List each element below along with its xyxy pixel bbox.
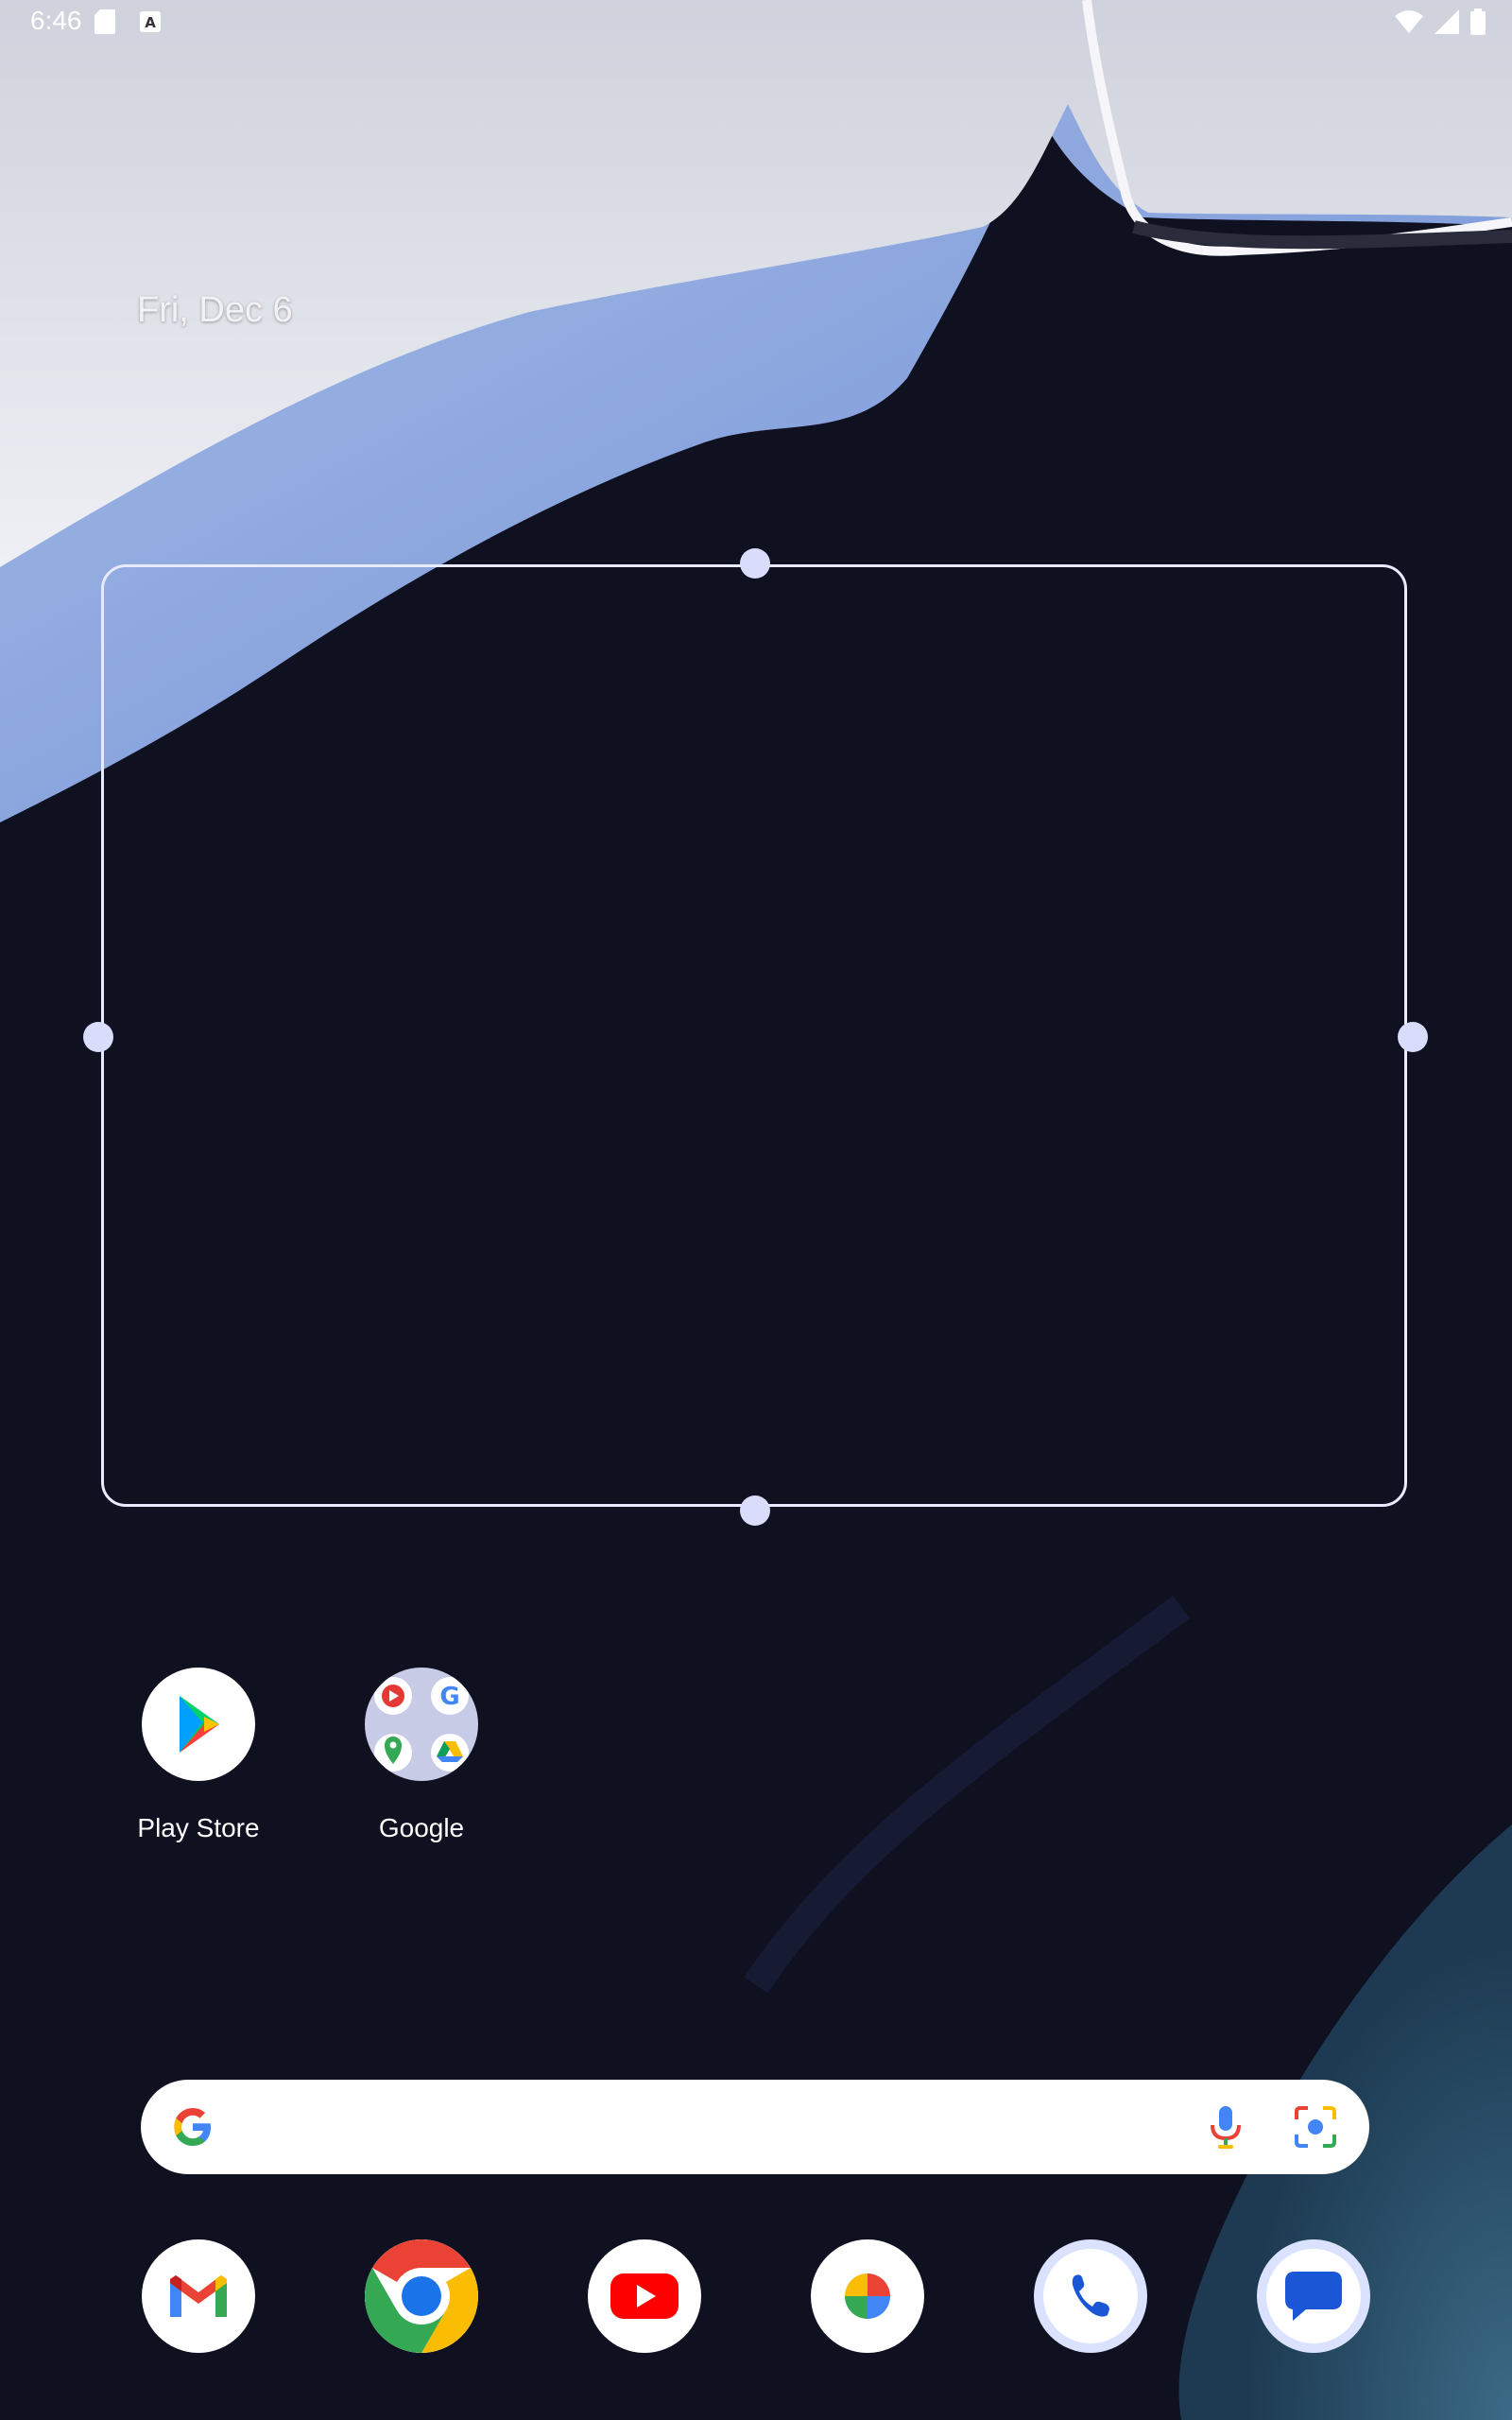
- phone-icon[interactable]: [1034, 2239, 1147, 2353]
- play-store-icon: [142, 1668, 255, 1781]
- google-lens-icon[interactable]: [1289, 2100, 1342, 2153]
- svg-text:A: A: [145, 14, 156, 31]
- app-label: Play Store: [137, 1813, 260, 1842]
- chrome-icon[interactable]: [365, 2239, 478, 2353]
- resize-handle-right[interactable]: [1398, 1022, 1428, 1052]
- widget-resize-frame[interactable]: [101, 564, 1407, 1507]
- status-time: 6:46: [30, 6, 82, 35]
- app-label: Google: [378, 1813, 465, 1842]
- photos-icon[interactable]: [811, 2239, 924, 2353]
- resize-handle-top[interactable]: [740, 548, 770, 579]
- app-play-store[interactable]: Play Store: [94, 1668, 302, 1843]
- google-folder-icon: G: [365, 1668, 478, 1781]
- status-bar: 6:46 A: [0, 0, 1512, 45]
- youtube-icon[interactable]: [588, 2239, 701, 2353]
- wifi-icon: [1395, 10, 1423, 33]
- google-g-icon: [174, 2108, 211, 2146]
- app-folder-google[interactable]: G Google: [318, 1668, 525, 1843]
- google-search-bar[interactable]: [141, 2080, 1369, 2174]
- resize-handle-left[interactable]: [83, 1022, 113, 1052]
- resize-handle-bottom[interactable]: [740, 1495, 770, 1526]
- gmail-icon[interactable]: [142, 2239, 255, 2353]
- microphone-icon[interactable]: [1199, 2100, 1252, 2153]
- a-notification-icon: A: [140, 11, 161, 32]
- date-widget[interactable]: Fri, Dec 6: [137, 290, 293, 331]
- cell-signal-icon: [1435, 9, 1459, 34]
- messages-icon[interactable]: [1257, 2239, 1370, 2353]
- sd-card-icon: [94, 9, 115, 34]
- battery-icon: [1470, 9, 1486, 35]
- svg-text:G: G: [439, 1683, 459, 1711]
